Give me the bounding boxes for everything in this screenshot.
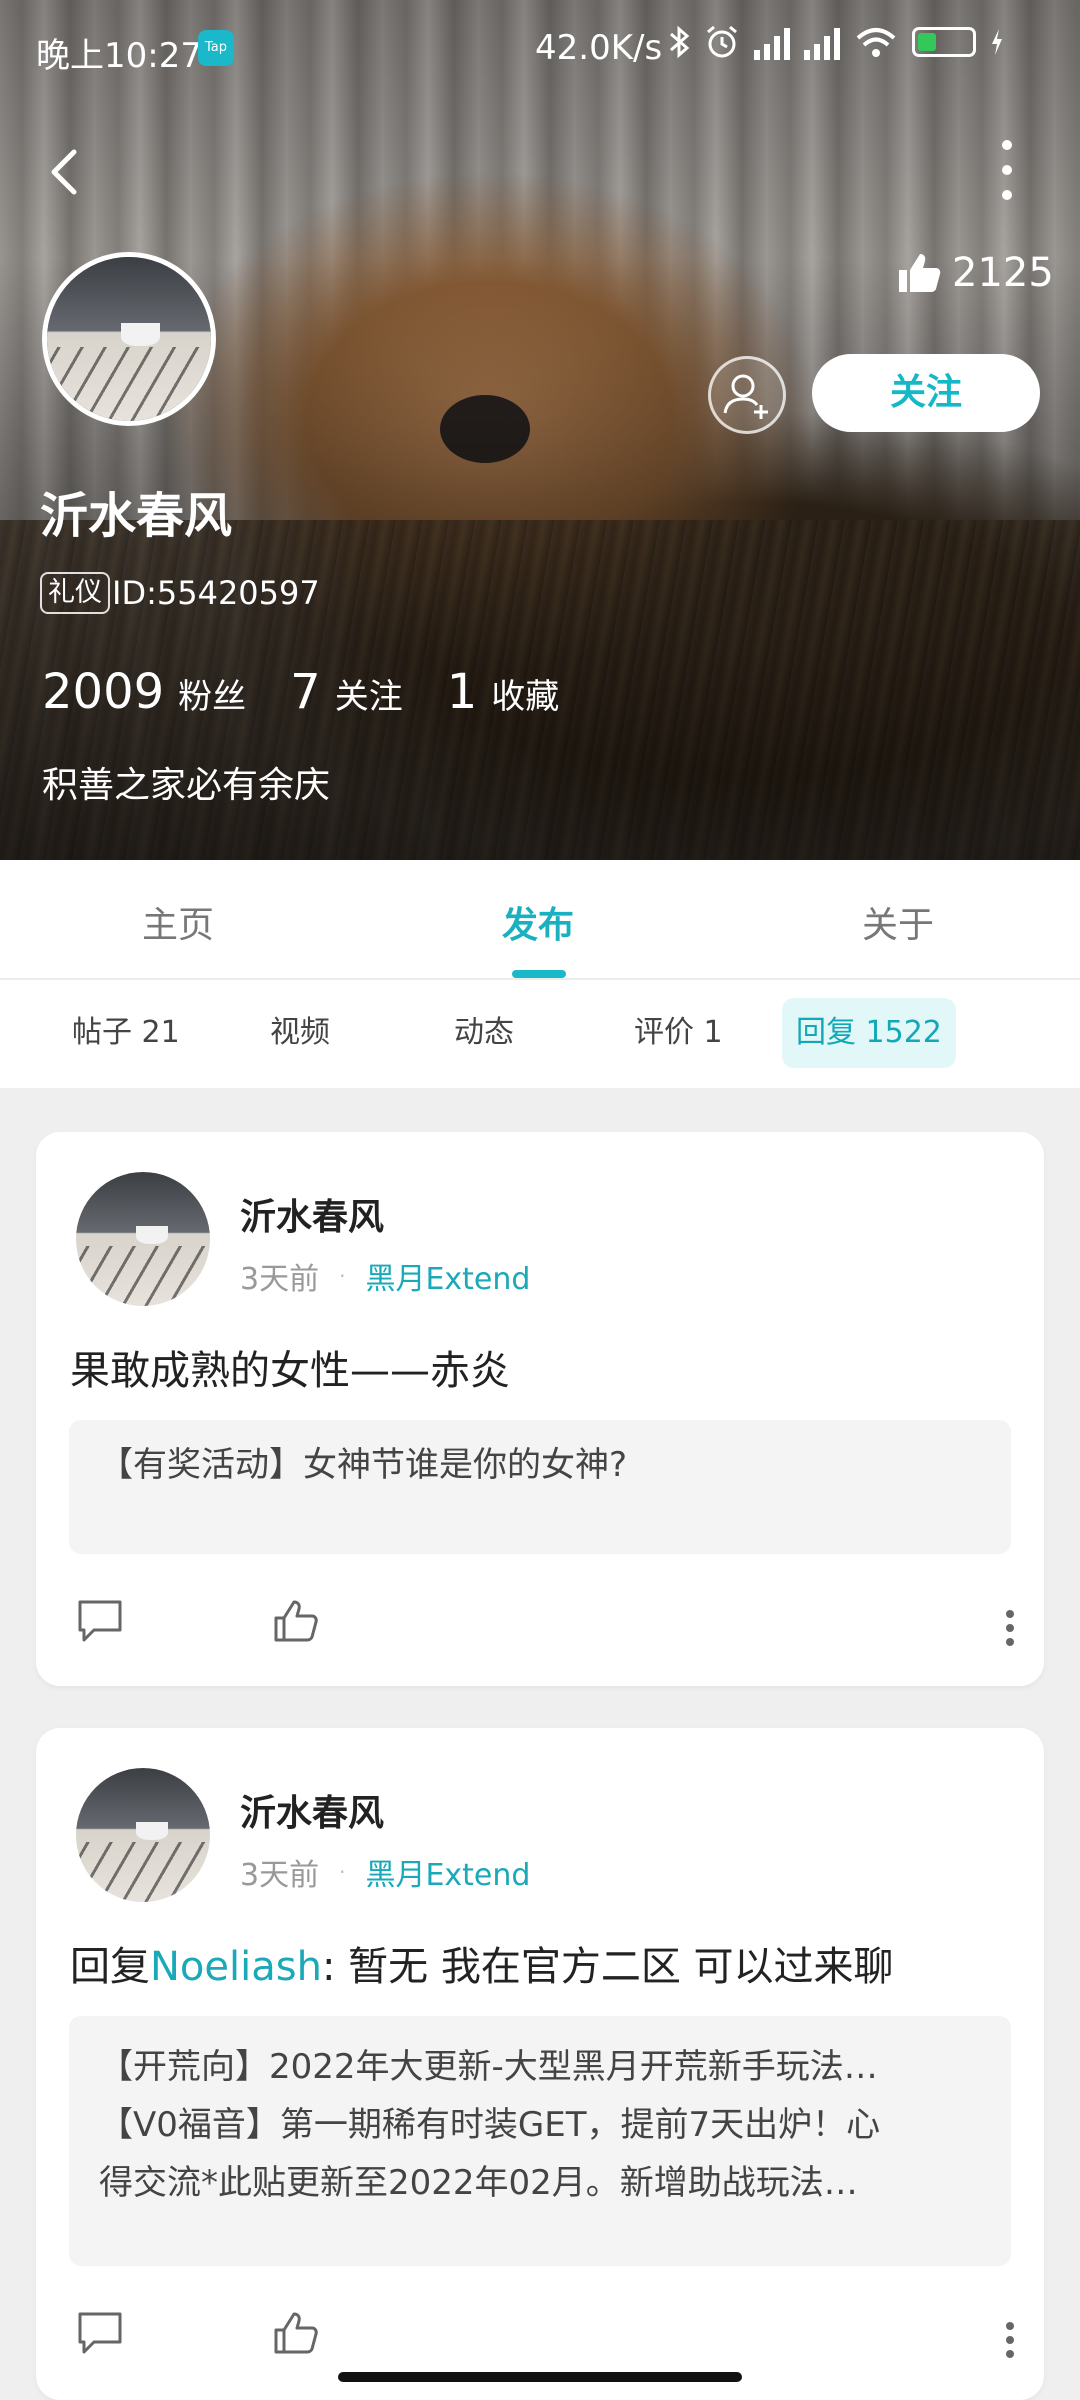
profile-tag-badge: 礼仪 — [40, 572, 110, 614]
post-meta: 3天前 · 黑月Extend — [240, 1254, 530, 1298]
quoted-thread[interactable]: 【有奖活动】女神节谁是你的女神? — [69, 1420, 1011, 1554]
profile-id: ID:55420597 — [112, 574, 320, 612]
quoted-thread-line: 【开荒向】2022年大更新-大型黑月开荒新手玩法… — [99, 2047, 878, 2087]
chevron-left-icon — [51, 149, 77, 195]
post-meta: 3天前 · 黑月Extend — [240, 1850, 530, 1894]
home-indicator[interactable] — [338, 2372, 742, 2382]
status-time: 晚上10:27 — [36, 36, 202, 76]
post-group-link[interactable]: 黑月Extend — [365, 1850, 530, 1894]
system-icons — [668, 24, 1004, 60]
main-tabs: 主页 发布 关于 — [0, 860, 1080, 980]
following-label[interactable]: 关注 — [335, 669, 403, 718]
more-dot — [1002, 140, 1012, 150]
quoted-thread-line: 得交流*此贴更新至2022年02月。新增助战玩法… — [99, 2163, 858, 2203]
profile-likes: 2125 — [896, 250, 1054, 296]
like-icon[interactable] — [272, 2308, 320, 2358]
add-friend-button[interactable] — [708, 356, 786, 434]
subtab-videos[interactable]: 视频 — [270, 998, 330, 1068]
comment-icon[interactable] — [76, 1596, 124, 1646]
network-speed: 42.0K/s — [535, 28, 663, 68]
thumbs-up-icon — [899, 254, 941, 292]
add-user-icon — [723, 374, 768, 419]
taptap-app-icon: Tap — [198, 30, 234, 66]
post-author[interactable]: 沂水春风 — [240, 1784, 384, 1836]
more-options-button[interactable] — [990, 140, 1024, 200]
followers-label[interactable]: 粉丝 — [178, 669, 246, 718]
like-icon[interactable] — [272, 1596, 320, 1646]
wifi-icon — [856, 28, 896, 57]
post-more-button[interactable] — [1006, 1610, 1016, 1646]
profile-bio: 积善之家必有余庆 — [42, 765, 331, 806]
sub-tabs: 帖子 21 视频 动态 评价 1 回复 1522 — [0, 980, 1080, 1088]
signal-icon-1 — [754, 24, 790, 60]
mention-link[interactable]: Noeliash — [150, 1944, 322, 1990]
more-dot — [1002, 190, 1012, 200]
profile-id-row: 礼仪 ID:55420597 — [40, 572, 320, 614]
follow-button[interactable]: 关注 — [812, 354, 1040, 432]
post-author[interactable]: 沂水春风 — [240, 1188, 384, 1240]
avatar-image — [47, 257, 211, 421]
back-button[interactable] — [40, 140, 92, 204]
tab-posts[interactable]: 发布 — [502, 896, 574, 948]
subtab-reviews[interactable]: 评价 1 — [634, 998, 723, 1068]
reply-text: : 暂无 我在官方二区 可以过来聊 — [321, 1944, 894, 1990]
reply-card[interactable]: 沂水春风 3天前 · 黑月Extend 果敢成熟的女性——赤炎 【有奖活动】女神… — [36, 1132, 1044, 1686]
post-content: 果敢成熟的女性——赤炎 — [70, 1348, 510, 1394]
following-count[interactable]: 7 — [290, 664, 321, 720]
quoted-thread-line: 【有奖活动】女神节谁是你的女神? — [99, 1445, 628, 1485]
favorites-count[interactable]: 1 — [447, 664, 478, 720]
battery-icon — [912, 27, 976, 57]
profile-name: 沂水春风 — [40, 488, 233, 544]
active-tab-indicator — [512, 970, 566, 978]
charging-icon — [992, 29, 1002, 55]
profile-avatar[interactable] — [42, 252, 216, 426]
status-bar: 晚上10:27 Tap 42.0K/s — [0, 0, 1080, 96]
post-actions — [76, 2308, 1016, 2368]
post-actions — [76, 1596, 1016, 1656]
reply-prefix: 回复 — [70, 1944, 150, 1990]
subtab-moments[interactable]: 动态 — [454, 998, 514, 1068]
favorites-label[interactable]: 收藏 — [491, 669, 559, 718]
post-content: 回复Noeliash: 暂无 我在官方二区 可以过来聊 — [70, 1934, 894, 1992]
subtab-replies[interactable]: 回复 1522 — [782, 998, 956, 1068]
tab-about[interactable]: 关于 — [862, 896, 934, 948]
signal-icon-2 — [804, 24, 840, 60]
tab-home[interactable]: 主页 — [142, 896, 214, 948]
post-group-link[interactable]: 黑月Extend — [365, 1254, 530, 1298]
alarm-icon — [707, 25, 737, 58]
post-time: 3天前 — [240, 1858, 320, 1893]
reply-card[interactable]: 沂水春风 3天前 · 黑月Extend 回复Noeliash: 暂无 我在官方二… — [36, 1728, 1044, 2400]
avatar[interactable] — [76, 1172, 210, 1306]
avatar[interactable] — [76, 1768, 210, 1902]
quoted-thread[interactable]: 【开荒向】2022年大更新-大型黑月开荒新手玩法… 【V0福音】第一期稀有时装G… — [69, 2016, 1011, 2266]
subtab-threads[interactable]: 帖子 21 — [72, 998, 180, 1068]
quoted-thread-line: 【V0福音】第一期稀有时装GET，提前7天出炉！心 — [99, 2105, 881, 2145]
comment-icon[interactable] — [76, 2308, 124, 2358]
profile-stats: 2009 粉丝 7 关注 1 收藏 — [42, 664, 603, 720]
post-more-button[interactable] — [1006, 2322, 1016, 2358]
post-time: 3天前 — [240, 1262, 320, 1297]
likes-count: 2125 — [952, 250, 1054, 296]
bluetooth-icon — [670, 25, 690, 59]
followers-count[interactable]: 2009 — [42, 664, 164, 720]
more-dot — [1002, 165, 1012, 175]
